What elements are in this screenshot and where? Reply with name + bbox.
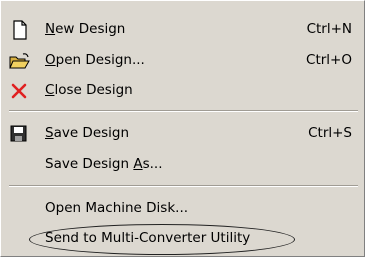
close-x-icon xyxy=(9,81,31,101)
menu-item-label: Save Design As... xyxy=(45,156,163,172)
menu-item-save-design-as[interactable]: Save Design As... xyxy=(1,150,364,180)
file-menu: New Design Ctrl+N Open Design... Ctrl+O … xyxy=(0,0,365,257)
floppy-disk-icon xyxy=(9,124,31,144)
open-folder-icon xyxy=(9,51,31,71)
new-document-icon xyxy=(9,20,31,40)
menu-item-label: New Design xyxy=(45,21,126,37)
menu-item-label: Open Design... xyxy=(45,52,145,68)
menu-item-shortcut: Ctrl+N xyxy=(306,21,352,37)
menu-item-save-design[interactable]: Save Design Ctrl+S xyxy=(1,119,364,149)
menu-separator xyxy=(9,185,358,187)
menu-item-label: Save Design xyxy=(45,125,130,141)
menu-item-open-machine-disk[interactable]: Open Machine Disk... xyxy=(1,194,364,224)
menu-item-label: Open Machine Disk... xyxy=(45,200,189,216)
menu-item-label: Close Design xyxy=(45,82,133,98)
menu-item-shortcut: Ctrl+S xyxy=(308,125,352,141)
menu-item-shortcut: Ctrl+O xyxy=(306,52,352,68)
menu-separator xyxy=(9,110,358,112)
menu-item-new-design[interactable]: New Design Ctrl+N xyxy=(1,15,364,45)
annotation-oval xyxy=(29,224,295,255)
menu-item-close-design[interactable]: Close Design xyxy=(1,76,364,106)
menu-item-open-design[interactable]: Open Design... Ctrl+O xyxy=(1,46,364,76)
